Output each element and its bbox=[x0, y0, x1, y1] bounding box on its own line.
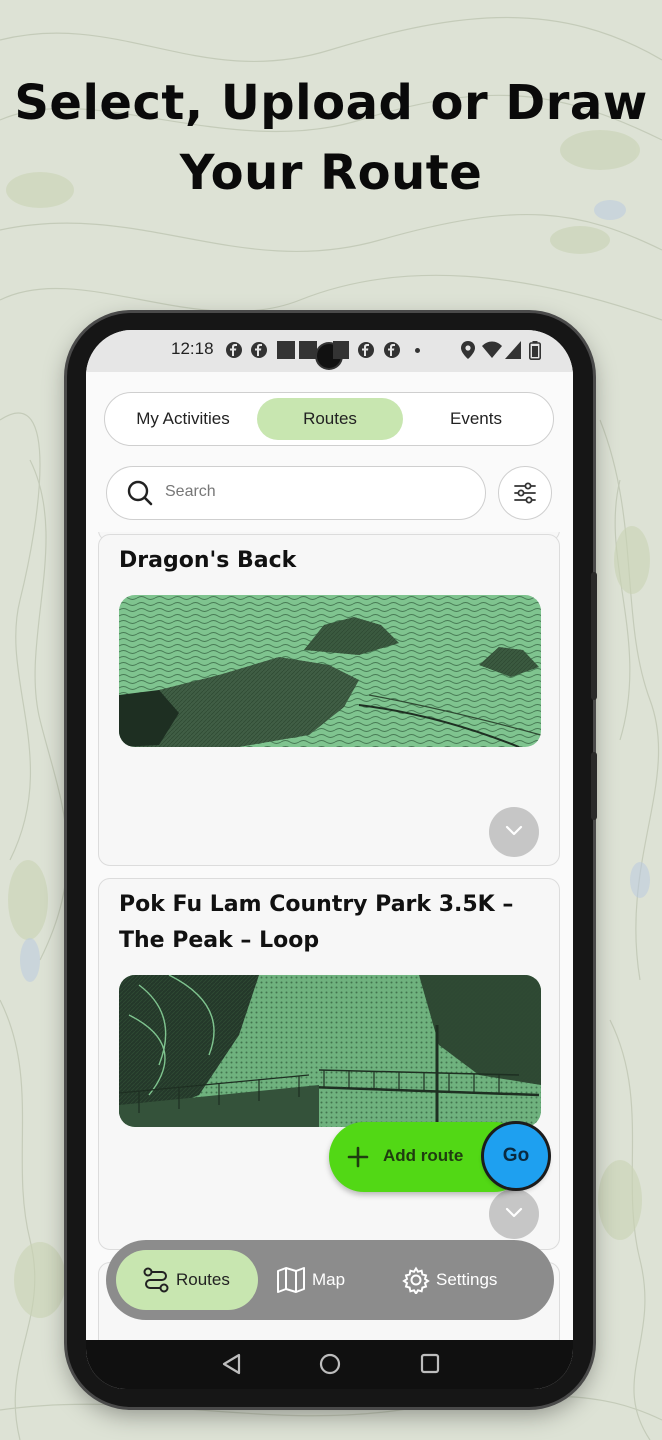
wifi-icon bbox=[482, 341, 502, 358]
route-title: Dragon's Back bbox=[119, 548, 297, 573]
route-title-line-1: Pok Fu Lam Country Park 3.5K – bbox=[119, 892, 514, 917]
search-placeholder: Search bbox=[165, 483, 216, 500]
recents-icon[interactable] bbox=[419, 1352, 441, 1376]
status-bar: 12:18 bbox=[86, 330, 573, 372]
tab-events[interactable]: Events bbox=[403, 398, 549, 440]
search-input[interactable]: Search bbox=[106, 466, 486, 520]
tab-events-label: Events bbox=[450, 409, 502, 428]
route-list[interactable]: Dragon's Back Pok Fu Lam Country Park 3.… bbox=[86, 532, 573, 1340]
filter-button[interactable] bbox=[498, 466, 552, 520]
add-route-label: Add route bbox=[383, 1146, 464, 1165]
tab-routes[interactable]: Routes bbox=[257, 398, 403, 440]
go-label: Go bbox=[502, 1145, 530, 1166]
phone-screen: 12:18 My Activities Routes Events Search… bbox=[86, 330, 573, 1389]
image-notification-icon bbox=[299, 341, 317, 359]
headline: Select, Upload or Draw Your Route bbox=[0, 68, 662, 208]
facebook-notification-icon bbox=[384, 342, 400, 358]
status-time: 12:18 bbox=[171, 339, 214, 358]
tab-routes-label: Routes bbox=[303, 409, 357, 428]
nav-routes-label: Routes bbox=[176, 1270, 230, 1289]
battery-icon bbox=[529, 341, 541, 360]
filter-sliders-icon bbox=[514, 482, 536, 504]
route-image bbox=[119, 595, 541, 747]
home-icon[interactable] bbox=[318, 1352, 342, 1376]
nav-routes[interactable]: Routes bbox=[116, 1250, 258, 1310]
bottom-navigation: Routes Map Settings bbox=[106, 1240, 554, 1320]
cellular-signal-icon bbox=[505, 341, 521, 359]
chevron-down-icon bbox=[505, 1207, 523, 1218]
search-icon bbox=[127, 480, 153, 506]
facebook-notification-icon bbox=[358, 342, 374, 358]
route-icon bbox=[143, 1267, 169, 1293]
chevron-down-icon bbox=[505, 825, 523, 836]
tab-my-activities-label: My Activities bbox=[136, 409, 230, 428]
volume-button bbox=[591, 752, 597, 820]
route-card[interactable]: Pok Fu Lam Country Park 3.5K – The Peak … bbox=[98, 878, 560, 1250]
facebook-notification-icon bbox=[251, 342, 267, 358]
nav-map-label: Map bbox=[312, 1270, 346, 1289]
nav-settings-label: Settings bbox=[436, 1270, 498, 1289]
map-icon bbox=[277, 1267, 305, 1293]
image-notification-icon bbox=[333, 341, 349, 359]
headline-line-1: Select, Upload or Draw bbox=[14, 75, 648, 131]
facebook-notification-icon bbox=[226, 342, 242, 358]
route-image bbox=[119, 975, 541, 1127]
go-button[interactable]: Go bbox=[484, 1124, 548, 1188]
view-tabs: My Activities Routes Events bbox=[104, 392, 554, 446]
plus-icon bbox=[347, 1146, 369, 1168]
system-navigation-bar bbox=[86, 1340, 573, 1389]
expand-card-button[interactable] bbox=[489, 1189, 539, 1239]
back-icon[interactable] bbox=[220, 1352, 242, 1376]
location-icon bbox=[461, 341, 475, 359]
expand-card-button[interactable] bbox=[489, 807, 539, 857]
headline-line-2: Your Route bbox=[179, 145, 483, 201]
power-button bbox=[591, 572, 597, 700]
app-content: My Activities Routes Events Search Drago… bbox=[86, 372, 573, 1340]
image-notification-icon bbox=[277, 341, 295, 359]
more-notifications-dot-icon bbox=[415, 348, 420, 353]
gear-icon bbox=[402, 1266, 430, 1294]
route-title-line-2: The Peak – Loop bbox=[119, 928, 320, 953]
route-card[interactable]: Dragon's Back bbox=[98, 534, 560, 866]
nav-map[interactable]: Map bbox=[276, 1250, 376, 1310]
nav-settings[interactable]: Settings bbox=[402, 1250, 542, 1310]
tab-my-activities[interactable]: My Activities bbox=[109, 398, 257, 440]
